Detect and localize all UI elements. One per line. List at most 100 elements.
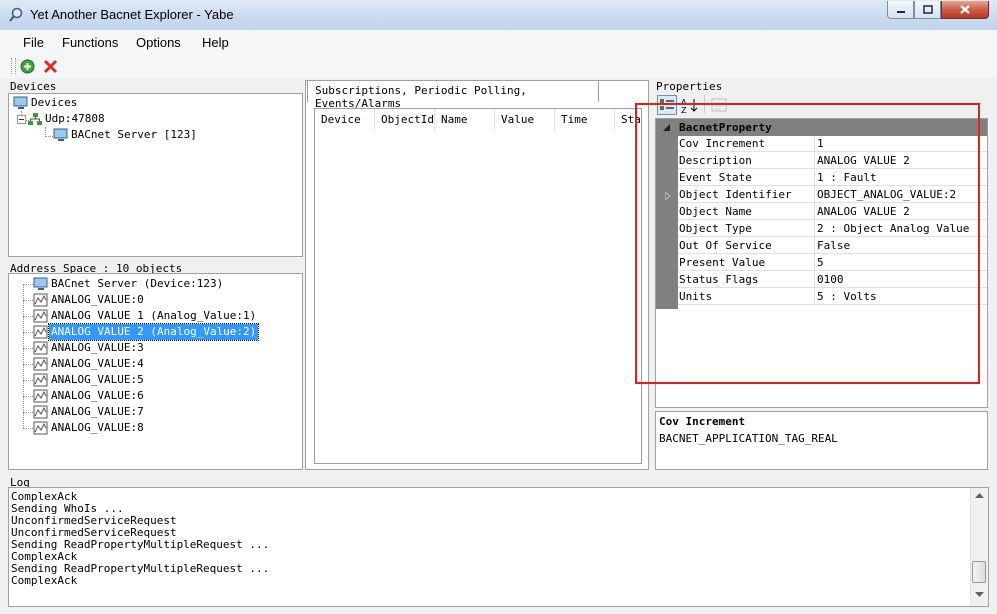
address-space-item[interactable]: ANALOG_VALUE:5 [33,372,146,388]
property-value[interactable]: 2 : Object Analog Value [815,221,987,237]
minimize-icon [896,10,905,13]
property-pages-icon [711,98,727,112]
address-space-item[interactable]: ANALOG_VALUE:8 [33,420,146,436]
menu-bar: File Functions Options Help [0,30,997,54]
device-server-node[interactable]: BACnet Server [123] [53,127,199,143]
category-row[interactable]: BacnetProperty [656,119,987,136]
property-row[interactable]: Object Identifier OBJECT_ANALOG_VALUE:2 [656,187,987,204]
scroll-down-icon[interactable] [975,592,984,598]
window-title: Yet Another Bacnet Explorer - Yabe [30,7,234,22]
analog-value-icon [33,309,48,323]
transport-node[interactable]: Udp:47808 [17,111,107,127]
property-name: Out Of Service [678,238,815,254]
property-grid[interactable]: BacnetProperty Cov Increment 1 Description… [655,118,988,408]
address-space-item[interactable]: ANALOG VALUE 2 (Analog_Value:2) [33,323,260,341]
property-row[interactable]: Object Type 2 : Object Analog Value [656,221,987,238]
property-name: Units [678,289,815,305]
close-button[interactable] [941,1,989,19]
log-textbox[interactable]: ComplexAck Sending WhoIs ... UnconfirmedSe… [8,487,989,607]
minimize-button[interactable] [887,1,914,19]
property-value[interactable]: ANALOG VALUE 2 [815,153,987,169]
analog-value-icon [33,357,48,371]
remove-device-icon[interactable] [43,59,58,74]
property-name: Cov Increment [678,136,815,152]
column-header[interactable]: Sta [615,109,641,131]
tab-subscriptions[interactable]: Subscriptions, Periodic Polling, Events/… [307,80,599,110]
address-space-item[interactable]: ANALOG_VALUE:7 [33,404,146,420]
maximize-button[interactable] [914,1,941,19]
analog-value-icon [33,325,48,339]
properties-label: Properties [656,80,723,93]
categorized-button[interactable] [657,95,677,115]
property-row[interactable]: Present Value 5 [656,255,987,272]
devices-tree[interactable]: Devices Udp:47808 BACnet Server [123] [8,93,303,257]
property-row[interactable]: Object Name ANALOG VALUE 2 [656,204,987,221]
property-name: Description [678,153,815,169]
log-line: ComplexAck [11,574,78,587]
expand-triangle-icon[interactable] [665,192,671,200]
property-value[interactable]: ANALOG VALUE 2 [815,204,987,220]
property-pages-button[interactable] [710,97,728,113]
title-bar[interactable]: Yet Another Bacnet Explorer - Yabe [0,0,997,31]
property-row[interactable]: Description ANALOG VALUE 2 [656,153,987,170]
address-space-item[interactable]: ANALOG_VALUE:0 [33,292,146,308]
computer-icon [33,277,48,290]
property-value[interactable]: False [815,238,987,254]
collapse-icon[interactable] [17,114,26,124]
property-value[interactable]: 1 [815,136,987,152]
subscriptions-list[interactable]: Device ObjectId Name Value Time Sta [314,108,642,464]
property-row[interactable]: Status Flags 0100 [656,272,987,289]
toolbar-separator [704,95,705,113]
magnifier-icon [9,7,23,22]
property-name: Event State [678,170,815,186]
devices-root-node[interactable]: Devices [13,95,79,111]
analog-value-icon [33,293,48,307]
property-help-panel: Cov Increment BACNET_APPLICATION_TAG_REA… [655,411,988,470]
property-row[interactable]: Out Of Service False [656,238,987,255]
property-value[interactable]: 0100 [815,272,987,288]
analog-value-icon [33,373,48,387]
column-header[interactable]: Time [555,109,615,131]
property-name: Object Type [678,221,815,237]
alphabetical-button[interactable]: AZ [680,95,700,115]
property-value[interactable]: OBJECT_ANALOG_VALUE:2 [815,187,987,203]
log-scrollbar[interactable] [970,488,988,606]
menu-file[interactable]: File [23,35,44,50]
analog-value-icon [33,389,48,403]
address-space-tree[interactable]: BACnet Server (Device:123) ANALOG_VALUE:0… [8,273,303,470]
menu-help[interactable]: Help [202,35,229,50]
add-device-icon[interactable] [20,59,35,74]
property-name: Object Name [678,204,815,220]
column-header[interactable]: Name [435,109,495,131]
address-space-item[interactable]: BACnet Server (Device:123) [33,276,225,292]
column-header[interactable]: ObjectId [375,109,435,131]
analog-value-icon [33,405,48,419]
column-header[interactable]: Device [315,109,375,131]
address-space-item[interactable]: ANALOG_VALUE:3 [33,340,146,356]
computer-icon [13,96,28,109]
help-text: BACNET_APPLICATION_TAG_REAL [659,432,838,445]
network-icon [28,113,42,125]
menu-options[interactable]: Options [136,35,181,50]
scroll-up-icon[interactable] [975,493,984,499]
property-row[interactable]: Event State 1 : Fault [656,170,987,187]
property-row[interactable]: Cov Increment 1 [656,136,987,153]
expanded-triangle-icon[interactable] [663,124,671,132]
maximize-icon [922,5,933,14]
scroll-thumb[interactable] [972,561,986,583]
property-value[interactable]: 1 : Fault [815,170,987,186]
analog-value-icon [33,341,48,355]
property-value[interactable]: 5 [815,255,987,271]
address-space-item[interactable]: ANALOG VALUE 1 (Analog_Value:1) [33,308,258,324]
column-header[interactable]: Value [495,109,555,131]
address-space-item[interactable]: ANALOG_VALUE:6 [33,388,146,404]
sort-alpha-icon: AZ [681,98,698,113]
property-value[interactable]: 5 : Volts [815,289,987,305]
address-space-item[interactable]: ANALOG_VALUE:4 [33,356,146,372]
property-row[interactable]: Units 5 : Volts [656,289,987,306]
category-label: BacnetProperty [679,121,772,134]
property-name: Object Identifier [678,187,815,203]
devices-label: Devices [10,80,57,93]
categorized-icon [660,99,674,110]
menu-functions[interactable]: Functions [62,35,118,50]
